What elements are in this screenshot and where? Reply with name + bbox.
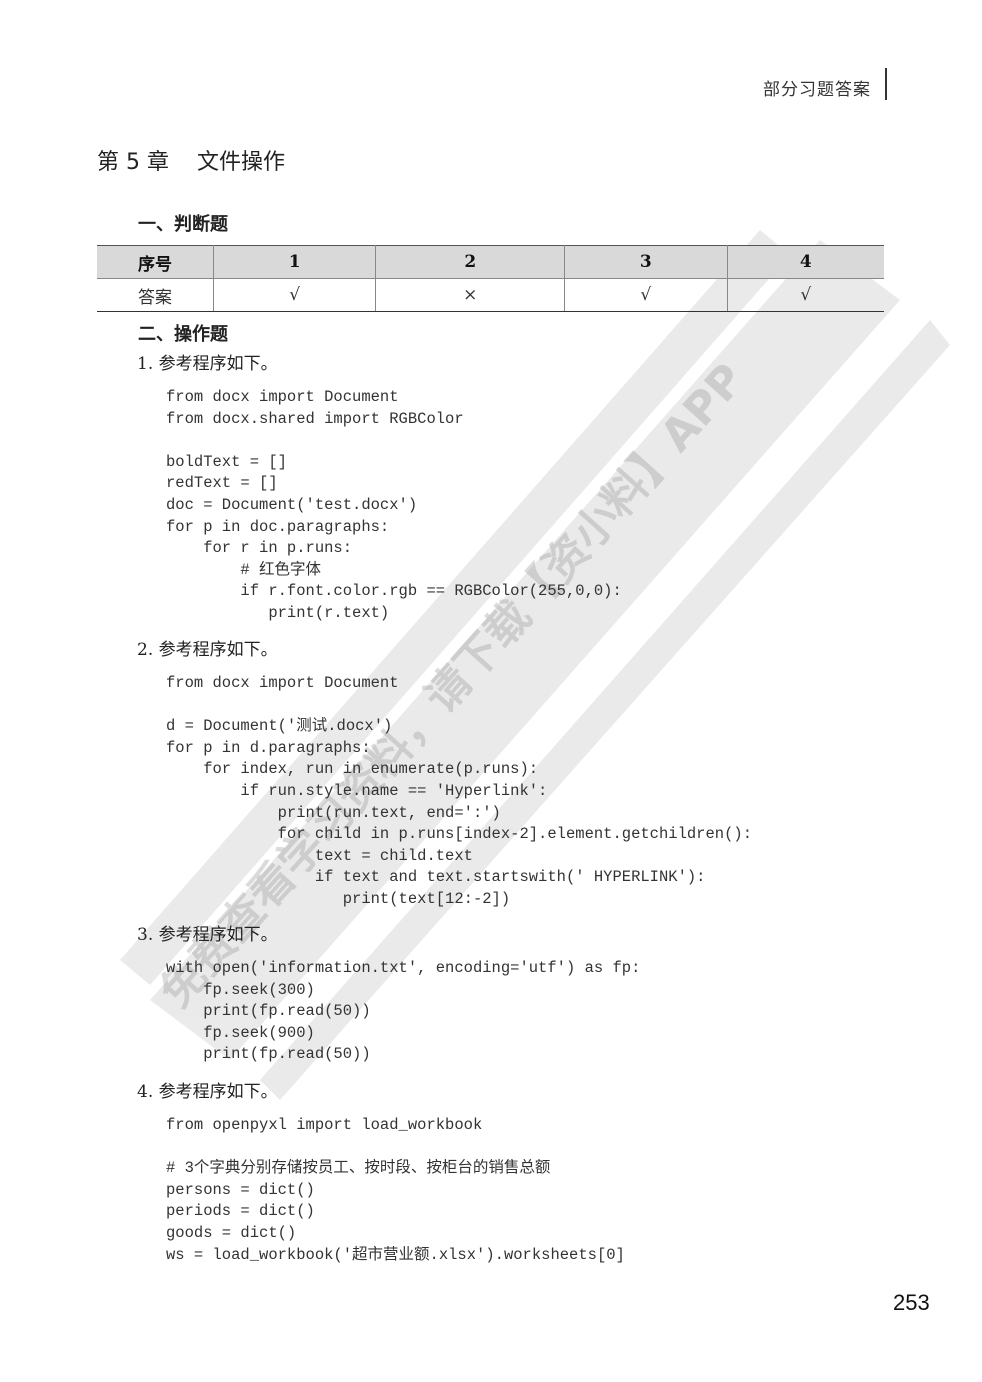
running-header-divider — [885, 68, 887, 100]
answer-table-header-row: 序号 1 2 3 4 — [97, 245, 884, 279]
question-label: 1. 参考程序如下。 — [137, 354, 278, 374]
answer-cell: × — [375, 278, 566, 312]
question-label: 4. 参考程序如下。 — [137, 1082, 278, 1102]
answer-cell: 答案 — [97, 278, 214, 312]
section-title-true-false: 一、判断题 — [138, 214, 228, 235]
header-cell: 2 — [375, 245, 566, 279]
answer-cell: √ — [726, 278, 884, 312]
question-label: 3. 参考程序如下。 — [137, 925, 278, 945]
answer-table-answer-row: 答案 √ × √ √ — [97, 278, 884, 312]
page-number: 253 — [893, 1290, 930, 1315]
header-cell: 3 — [564, 245, 728, 279]
running-header-title: 部分习题答案 — [763, 80, 871, 100]
section-title-operations: 二、操作题 — [138, 324, 228, 345]
answer-cell: √ — [212, 278, 377, 312]
code-block: from docx import Document from docx.shar… — [166, 388, 622, 622]
code-block: with open('information.txt', encoding='u… — [166, 959, 641, 1064]
code-block: from docx import Document d = Document('… — [166, 674, 752, 908]
code-block: from openpyxl import load_workbook # 3个字… — [166, 1116, 625, 1264]
chapter-title: 第 5 章 文件操作 — [97, 150, 285, 175]
answer-table: 序号 1 2 3 4 答案 √ × √ √ — [97, 245, 884, 312]
answer-cell: √ — [564, 278, 728, 312]
header-cell: 序号 — [97, 245, 214, 279]
header-cell: 1 — [212, 245, 377, 279]
question-label: 2. 参考程序如下。 — [137, 640, 278, 660]
header-cell: 4 — [726, 245, 884, 279]
